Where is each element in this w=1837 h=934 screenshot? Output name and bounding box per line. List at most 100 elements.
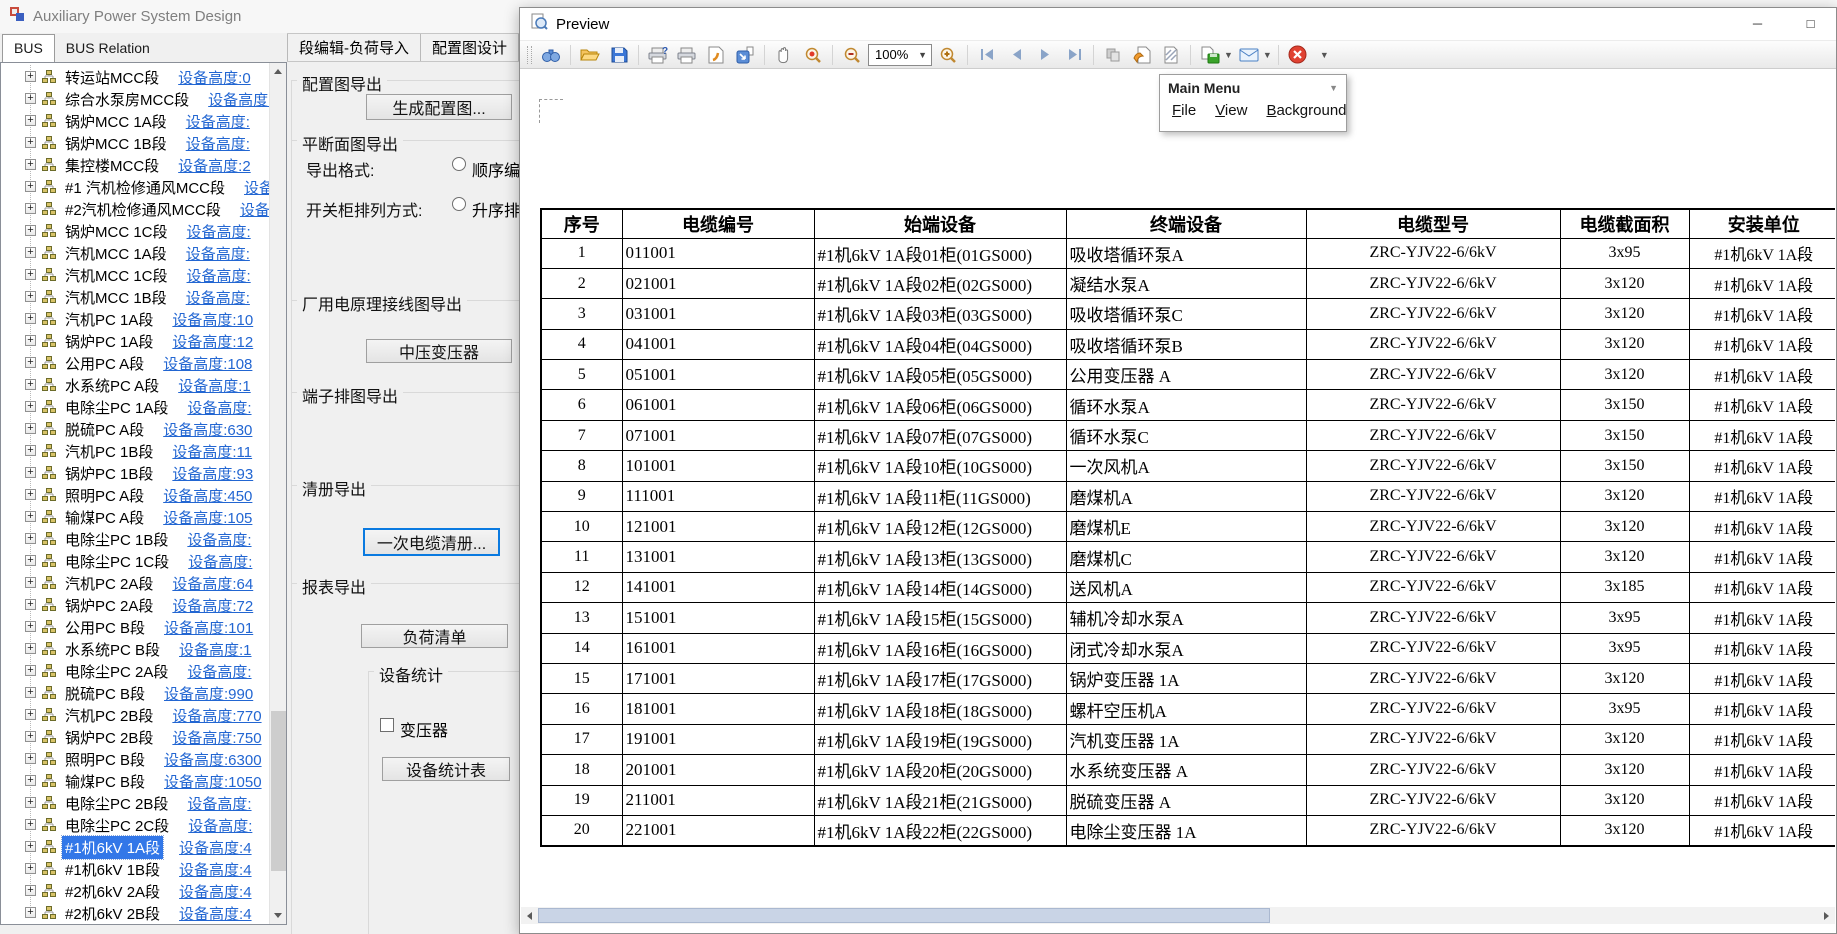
tree-item[interactable]: + 脱硫PC A段 设备高度:630: [1, 418, 269, 440]
expand-plus-icon[interactable]: +: [25, 291, 36, 302]
device-height-link[interactable]: 设备高度:: [188, 551, 252, 572]
tree-item-label[interactable]: 汽机MCC 1B段: [62, 286, 170, 309]
device-height-link[interactable]: 设备高度:450: [163, 485, 252, 506]
tree-item[interactable]: + 电除尘PC 1C段 设备高度:: [1, 550, 269, 572]
expand-plus-icon[interactable]: +: [25, 863, 36, 874]
maximize-button[interactable]: □: [1788, 8, 1833, 38]
tree-item[interactable]: + 汽机MCC 1A段 设备高度:: [1, 242, 269, 264]
device-height-link[interactable]: 设备高度:750: [172, 727, 261, 748]
expand-plus-icon[interactable]: +: [25, 181, 36, 192]
print-setup-icon[interactable]: ?: [645, 43, 671, 67]
device-height-link[interactable]: 设备高度:0: [178, 67, 251, 88]
expand-plus-icon[interactable]: +: [25, 753, 36, 764]
expand-plus-icon[interactable]: +: [25, 247, 36, 258]
main-menu-header[interactable]: Main Menu ▼: [1160, 75, 1346, 98]
expand-plus-icon[interactable]: +: [25, 423, 36, 434]
tree-scrollbar-thumb[interactable]: [271, 711, 286, 871]
tree-item-label[interactable]: #2机6kV 2B段: [62, 902, 163, 925]
menu-item-background[interactable]: Background: [1266, 102, 1346, 119]
device-height-link[interactable]: 设备高度:: [240, 199, 269, 220]
save-icon[interactable]: [606, 43, 632, 67]
tree-item[interactable]: + 汽机PC 1B段 设备高度:11: [1, 440, 269, 462]
expand-plus-icon[interactable]: +: [25, 137, 36, 148]
expand-plus-icon[interactable]: +: [25, 819, 36, 830]
tree-item[interactable]: + 电除尘PC 2B段 设备高度:: [1, 792, 269, 814]
expand-plus-icon[interactable]: +: [25, 511, 36, 522]
expand-plus-icon[interactable]: +: [25, 357, 36, 368]
tree-item-label[interactable]: 锅炉MCC 1C段: [62, 220, 171, 243]
tree-item-label[interactable]: 公用PC B段: [62, 616, 148, 639]
tree-item-label[interactable]: 锅炉PC 2A段: [62, 594, 156, 617]
device-height-link[interactable]: 设备高度:: [187, 661, 251, 682]
expand-plus-icon[interactable]: +: [25, 71, 36, 82]
email-dropdown-icon[interactable]: ▼: [1263, 50, 1272, 60]
expand-plus-icon[interactable]: +: [25, 577, 36, 588]
tree-item-label[interactable]: 脱硫PC B段: [62, 682, 148, 705]
tree-item[interactable]: + 转运站MCC段 设备高度:0: [1, 66, 269, 88]
device-height-link[interactable]: 设备高度:105: [163, 507, 252, 528]
zoom-out-icon[interactable]: [839, 43, 865, 67]
device-height-link[interactable]: 设备高度:101: [164, 617, 253, 638]
print-icon[interactable]: [674, 43, 700, 67]
tree-item[interactable]: + #2机6kV 2B段 设备高度:4: [1, 902, 269, 924]
shrink-to-fit-icon[interactable]: [732, 43, 758, 67]
device-height-link[interactable]: 设备高度:1050: [164, 771, 262, 792]
tree-item[interactable]: + #1机6kV 1A段 设备高度:4: [1, 836, 269, 858]
tree-item[interactable]: + 电除尘PC 2A段 设备高度:: [1, 660, 269, 682]
tree-item-label[interactable]: 锅炉MCC 1B段: [62, 132, 170, 155]
last-page-icon[interactable]: [1061, 43, 1087, 67]
expand-plus-icon[interactable]: +: [25, 643, 36, 654]
expand-plus-icon[interactable]: +: [25, 665, 36, 676]
bookmark-icon[interactable]: [1100, 43, 1126, 67]
device-height-link[interactable]: 设备高度:630: [163, 419, 252, 440]
tree-item[interactable]: + 照明PC A段 设备高度:450: [1, 484, 269, 506]
tree-item-label[interactable]: 汽机PC 1A段: [62, 308, 156, 331]
tab-segment-edit-load-import[interactable]: 段编辑-负荷导入: [287, 34, 421, 61]
tree-item-label[interactable]: 电除尘PC 1B段: [62, 528, 171, 551]
tree-item-label[interactable]: 脱硫PC A段: [62, 418, 147, 441]
device-height-link[interactable]: 设备高度:: [208, 89, 269, 110]
device-height-link[interactable]: 设备高度:64: [172, 573, 253, 594]
tree-item[interactable]: + 锅炉PC 1B段 设备高度:93: [1, 462, 269, 484]
tree-item[interactable]: + 公用PC A段 设备高度:108: [1, 352, 269, 374]
first-page-icon[interactable]: [974, 43, 1000, 67]
tree-item-label[interactable]: 转运站MCC段: [62, 66, 162, 89]
generate-config-diagram-button[interactable]: 生成配置图...: [366, 94, 512, 120]
expand-plus-icon[interactable]: +: [25, 841, 36, 852]
tree-item-label[interactable]: 电除尘PC 2A段: [62, 660, 171, 683]
expand-plus-icon[interactable]: +: [25, 401, 36, 412]
device-height-link[interactable]: 设备高度:4: [179, 837, 252, 858]
tree-item[interactable]: + #1机6kV 1B段 设备高度:4: [1, 858, 269, 880]
tab-bus-relation[interactable]: BUS Relation: [55, 35, 161, 62]
expand-plus-icon[interactable]: +: [25, 225, 36, 236]
expand-plus-icon[interactable]: +: [25, 687, 36, 698]
expand-plus-icon[interactable]: +: [25, 93, 36, 104]
tree-item-label[interactable]: 锅炉PC 1B段: [62, 462, 156, 485]
open-icon[interactable]: [577, 43, 603, 67]
tree-item[interactable]: + 汽机PC 2B段 设备高度:770: [1, 704, 269, 726]
tree-item-label[interactable]: #2机6kV 2A段: [62, 880, 163, 903]
device-height-link[interactable]: 设备高度:6300: [164, 749, 262, 770]
page-setup-icon[interactable]: [703, 43, 729, 67]
tree-item[interactable]: + 照明PC B段 设备高度:6300: [1, 748, 269, 770]
mv-transformer-button[interactable]: 中压变压器: [366, 339, 512, 363]
device-height-link[interactable]: 设备高度:: [186, 243, 250, 264]
previous-page-icon[interactable]: [1003, 43, 1029, 67]
tree-item-label[interactable]: 水系统PC B段: [62, 638, 163, 661]
device-height-link[interactable]: 设备高度:990: [164, 683, 253, 704]
expand-plus-icon[interactable]: +: [25, 709, 36, 720]
tree-item-label[interactable]: #1机6kV 1A段: [62, 836, 163, 859]
device-height-link[interactable]: 设备高度:: [187, 397, 251, 418]
device-height-link[interactable]: 设备高度:2: [178, 155, 251, 176]
tree-item-label[interactable]: #1 汽机检修通风MCC段: [62, 176, 228, 199]
tree-item[interactable]: + #2机6kV 2A段 设备高度:4: [1, 880, 269, 902]
tree-item[interactable]: + 输煤PC B段 设备高度:1050: [1, 770, 269, 792]
menu-item-file[interactable]: File: [1172, 102, 1196, 119]
tree-item-label[interactable]: 电除尘PC 1C段: [62, 550, 172, 573]
device-height-link[interactable]: 设备高度:72: [172, 595, 253, 616]
tree-item-label[interactable]: 输煤PC A段: [62, 506, 147, 529]
tab-config-diagram-design[interactable]: 配置图设计: [421, 34, 519, 61]
expand-plus-icon[interactable]: +: [25, 621, 36, 632]
toolbar-overflow-icon[interactable]: ▼: [1320, 50, 1329, 60]
tree-item[interactable]: + 公用PC B段 设备高度:101: [1, 616, 269, 638]
